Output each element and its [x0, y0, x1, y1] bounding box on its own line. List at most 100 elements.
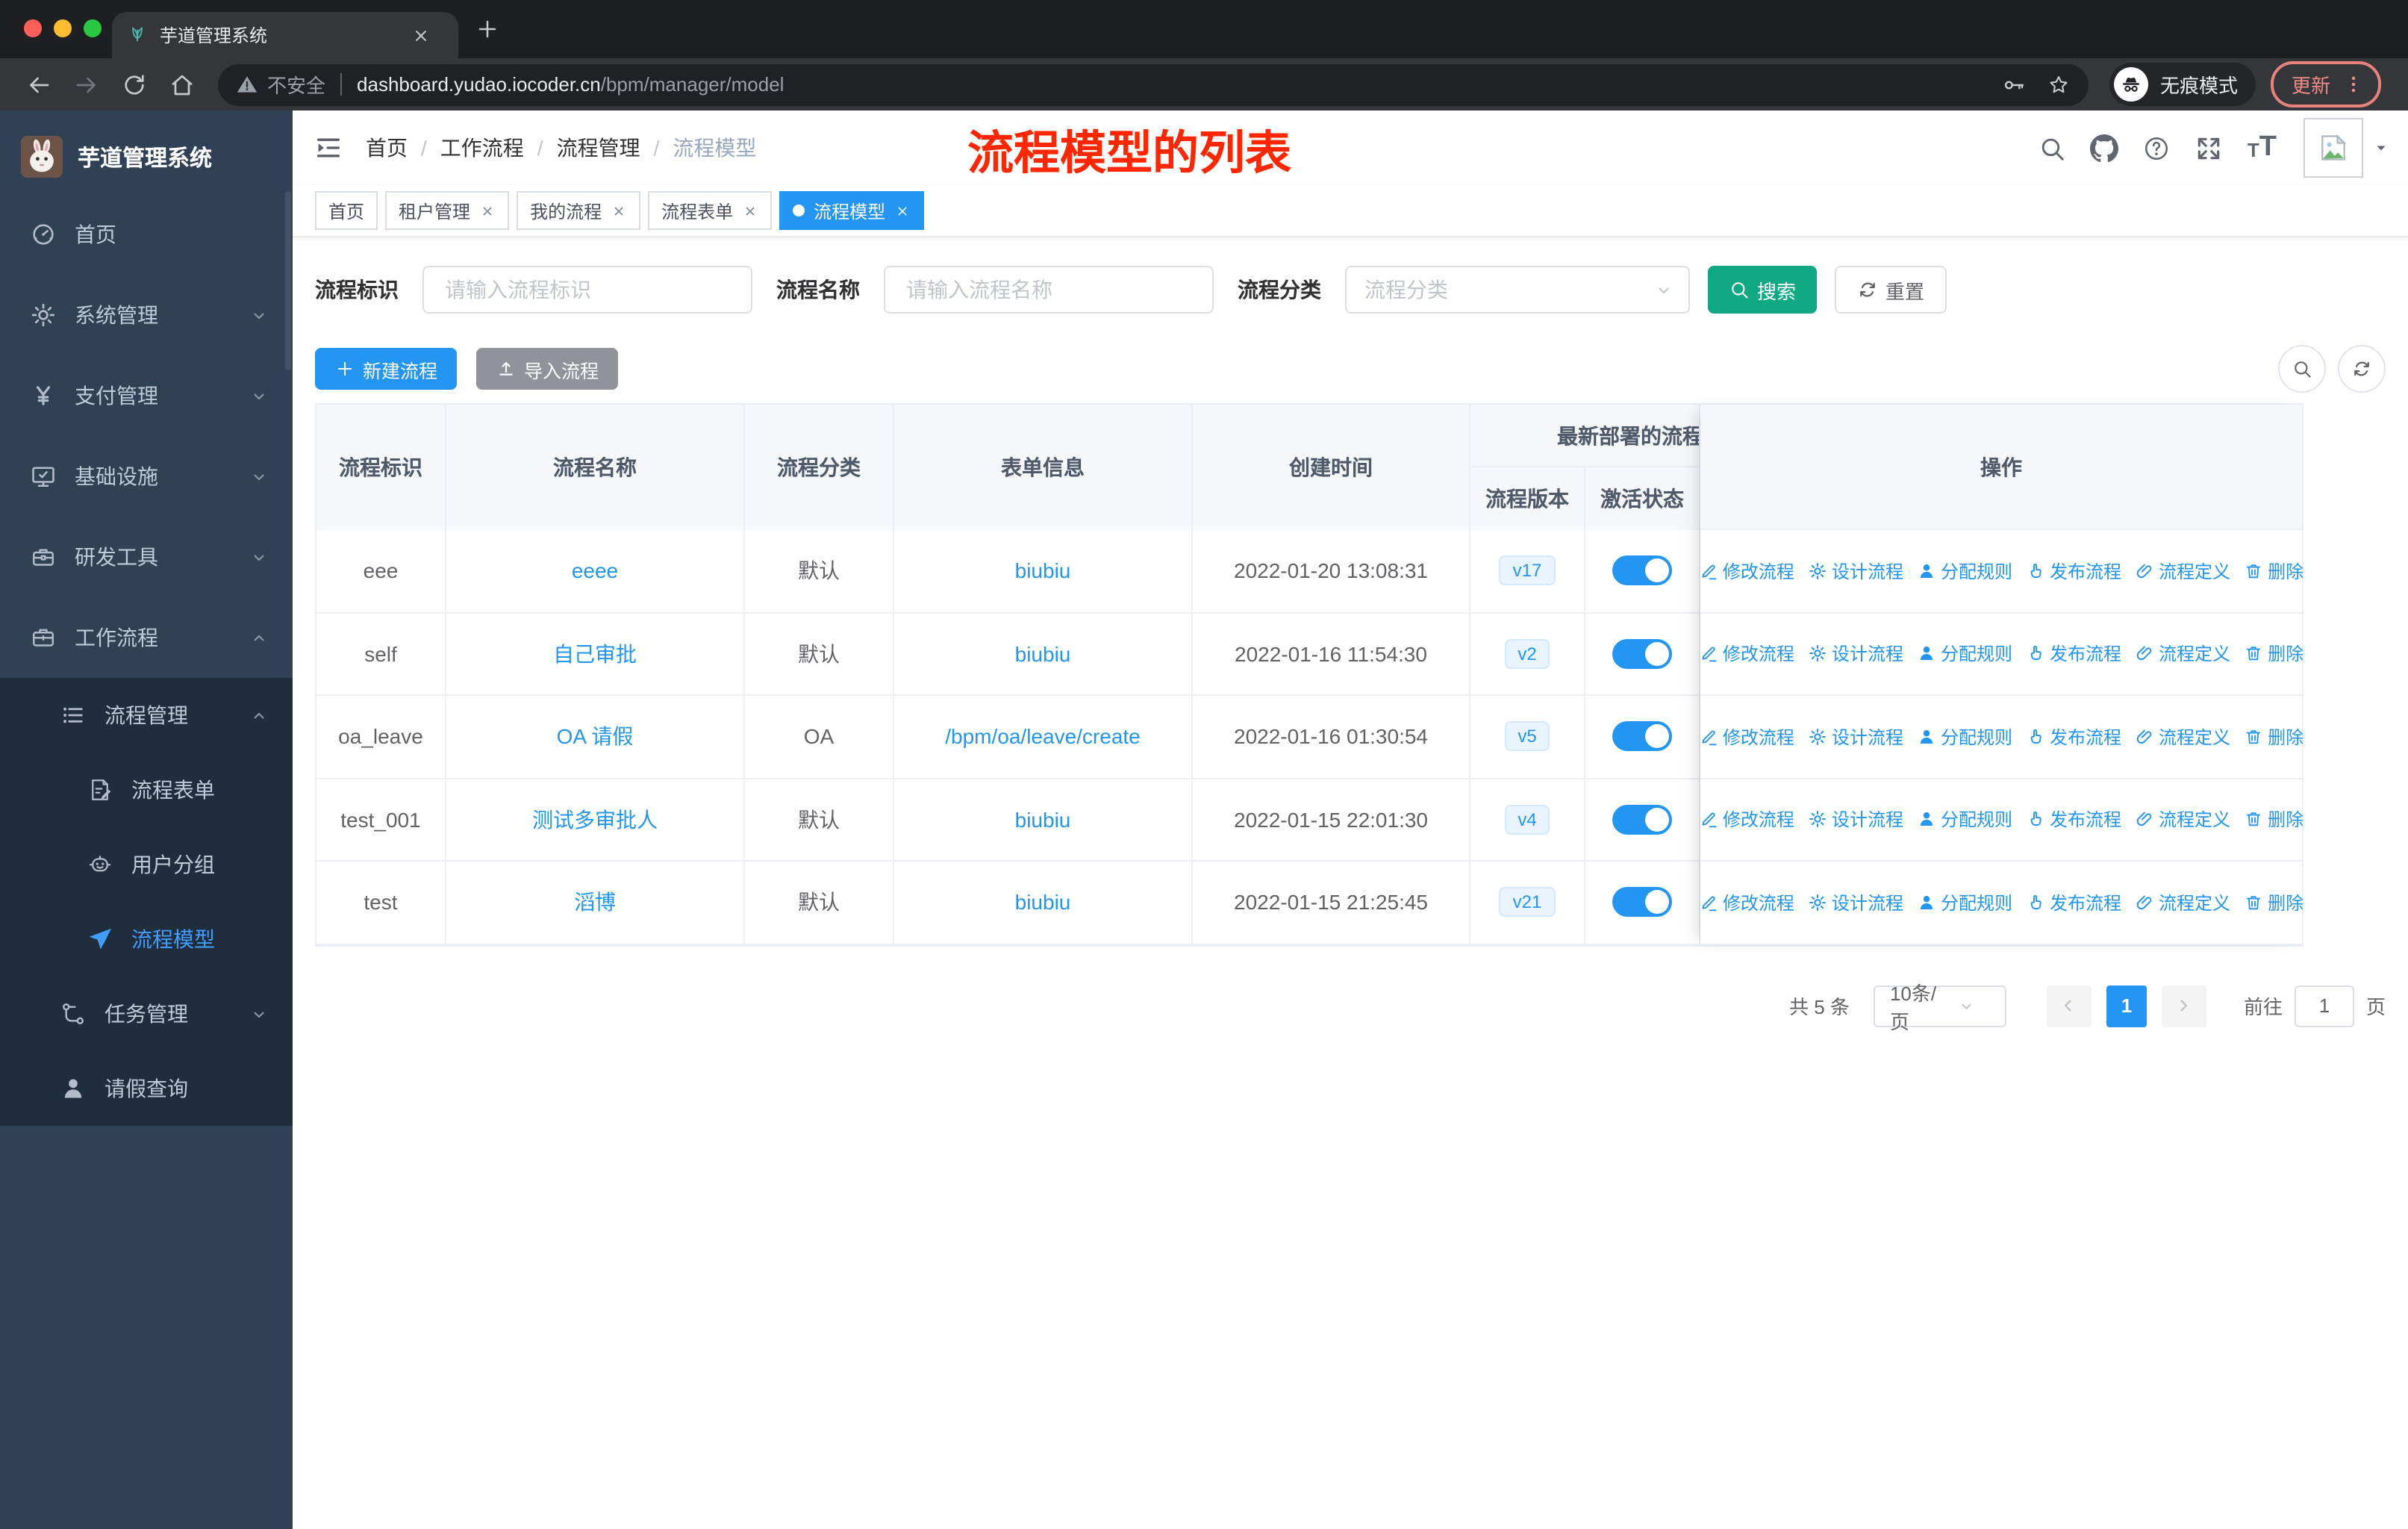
font-size-icon[interactable]: TT	[2248, 131, 2277, 164]
form-info-link[interactable]: biubiu	[1015, 642, 1071, 666]
zoom-window-button[interactable]	[84, 19, 102, 37]
window-controls[interactable]	[24, 19, 102, 37]
active-toggle[interactable]	[1612, 555, 1672, 586]
import-process-button[interactable]: 导入流程	[476, 348, 619, 390]
action-design-link[interactable]: 设计流程	[1808, 807, 1903, 832]
breadcrumb-item[interactable]: 首页	[366, 133, 408, 163]
active-toggle[interactable]	[1612, 804, 1672, 835]
process-name-link[interactable]: 滔博	[574, 888, 616, 918]
sidebar-item-leave-query[interactable]: 请假查询	[0, 1051, 293, 1126]
sidebar-item-dev-tools[interactable]: 研发工具	[0, 517, 293, 597]
not-secure-icon[interactable]	[236, 73, 258, 96]
action-publish-link[interactable]: 发布流程	[2026, 558, 2121, 584]
action-publish-link[interactable]: 发布流程	[2026, 807, 2121, 832]
action-definition-link[interactable]: 流程定义	[2135, 890, 2230, 915]
action-definition-link[interactable]: 流程定义	[2135, 558, 2230, 584]
action-assign-link[interactable]: 分配规则	[1917, 890, 2012, 915]
sidebar-item-system[interactable]: 系统管理	[0, 275, 293, 355]
action-assign-link[interactable]: 分配规则	[1917, 558, 2012, 584]
process-name-link[interactable]: 自己审批	[553, 639, 637, 669]
sidebar-item-workflow[interactable]: 工作流程	[0, 597, 293, 678]
refresh-table-button[interactable]	[2338, 345, 2386, 393]
action-assign-link[interactable]: 分配规则	[1917, 641, 2012, 667]
sidebar-item-home[interactable]: 首页	[0, 194, 293, 275]
tag-tenant-manage[interactable]: 租户管理	[385, 191, 510, 230]
sidebar-item-process-model[interactable]: 流程模型	[0, 902, 293, 977]
action-modify-link[interactable]: 修改流程	[1699, 558, 1794, 584]
reset-button[interactable]: 重置	[1835, 266, 1947, 314]
browser-update-button[interactable]: 更新	[2270, 61, 2381, 108]
avatar-caret-icon[interactable]	[2372, 139, 2390, 157]
action-design-link[interactable]: 设计流程	[1808, 558, 1903, 584]
tag-process-form[interactable]: 流程表单	[648, 191, 773, 230]
page-size-select[interactable]: 10条/页	[1873, 982, 2006, 1033]
action-definition-link[interactable]: 流程定义	[2135, 641, 2230, 667]
search-icon[interactable]	[2039, 134, 2067, 162]
app-logo-row[interactable]: 芋道管理系统	[0, 119, 293, 194]
fullscreen-icon[interactable]	[2195, 134, 2224, 162]
active-toggle[interactable]	[1612, 721, 1672, 752]
tag-close-icon[interactable]	[742, 202, 758, 219]
sidebar-item-payment[interactable]: 支付管理	[0, 355, 293, 436]
bookmark-star-icon[interactable]	[2047, 72, 2071, 96]
create-process-button[interactable]: 新建流程	[315, 348, 458, 390]
action-publish-link[interactable]: 发布流程	[2026, 641, 2121, 667]
browser-menu-icon[interactable]	[2342, 73, 2365, 96]
form-info-link[interactable]: biubiu	[1015, 559, 1071, 583]
action-publish-link[interactable]: 发布流程	[2026, 890, 2121, 915]
action-modify-link[interactable]: 修改流程	[1699, 724, 1794, 750]
sidebar-item-process-manage[interactable]: 流程管理	[0, 678, 293, 753]
next-page-button[interactable]	[2161, 985, 2206, 1027]
tag-home[interactable]: 首页	[315, 191, 378, 230]
action-design-link[interactable]: 设计流程	[1808, 724, 1903, 750]
process-name-link[interactable]: OA 请假	[557, 722, 634, 752]
tab-close-icon[interactable]	[411, 25, 431, 46]
new-tab-button[interactable]	[475, 16, 500, 42]
back-button[interactable]	[25, 71, 52, 98]
action-delete-link[interactable]: 删除	[2244, 724, 2303, 750]
sidebar-item-process-form[interactable]: 流程表单	[0, 753, 293, 827]
browser-tab[interactable]: 芋道管理系统	[112, 12, 458, 58]
page-number-1[interactable]: 1	[2106, 985, 2147, 1027]
breadcrumb-item[interactable]: 流程管理	[557, 133, 640, 163]
action-delete-link[interactable]: 删除	[2244, 641, 2303, 667]
close-window-button[interactable]	[24, 19, 42, 37]
tag-close-icon[interactable]	[479, 202, 496, 219]
address-bar[interactable]: 不安全 dashboard.yudao.iocoder.cn /bpm/mana…	[218, 63, 2089, 105]
tag-close-icon[interactable]	[611, 202, 627, 219]
password-key-icon[interactable]	[2002, 72, 2026, 96]
goto-page-input[interactable]: 1	[2294, 985, 2354, 1027]
sidebar-item-infrastructure[interactable]: 基础设施	[0, 436, 293, 517]
filter-key-input[interactable]	[442, 276, 733, 303]
process-name-link[interactable]: 测试多审批人	[532, 805, 658, 835]
toggle-search-button[interactable]	[2278, 345, 2326, 393]
action-design-link[interactable]: 设计流程	[1808, 890, 1903, 915]
action-delete-link[interactable]: 删除	[2244, 807, 2303, 832]
help-icon[interactable]	[2143, 134, 2171, 162]
home-button[interactable]	[169, 71, 196, 98]
sidebar-scrollbar[interactable]	[285, 191, 291, 370]
action-definition-link[interactable]: 流程定义	[2135, 724, 2230, 750]
github-icon[interactable]	[2090, 134, 2119, 162]
action-modify-link[interactable]: 修改流程	[1699, 807, 1794, 832]
action-delete-link[interactable]: 删除	[2244, 890, 2303, 915]
form-info-link[interactable]: /bpm/oa/leave/create	[945, 725, 1141, 749]
minimize-window-button[interactable]	[54, 19, 72, 37]
tag-my-process[interactable]: 我的流程	[517, 191, 641, 230]
action-publish-link[interactable]: 发布流程	[2026, 724, 2121, 750]
action-modify-link[interactable]: 修改流程	[1699, 641, 1794, 667]
action-design-link[interactable]: 设计流程	[1808, 641, 1903, 667]
action-assign-link[interactable]: 分配规则	[1917, 807, 2012, 832]
sidebar-item-user-group[interactable]: 用户分组	[0, 827, 293, 902]
sidebar-toggle-button[interactable]	[314, 133, 343, 163]
prev-page-button[interactable]	[2046, 985, 2092, 1027]
filter-name-input[interactable]	[903, 276, 1194, 303]
filter-category-select[interactable]: 流程分类	[1345, 266, 1690, 314]
form-info-link[interactable]: biubiu	[1015, 891, 1071, 915]
sidebar-item-task-manage[interactable]: 任务管理	[0, 977, 293, 1051]
avatar[interactable]	[2303, 118, 2363, 178]
action-delete-link[interactable]: 删除	[2244, 558, 2303, 584]
tag-process-model[interactable]: 流程模型	[779, 191, 925, 230]
forward-button[interactable]	[73, 71, 100, 98]
tag-close-icon[interactable]	[894, 202, 911, 219]
